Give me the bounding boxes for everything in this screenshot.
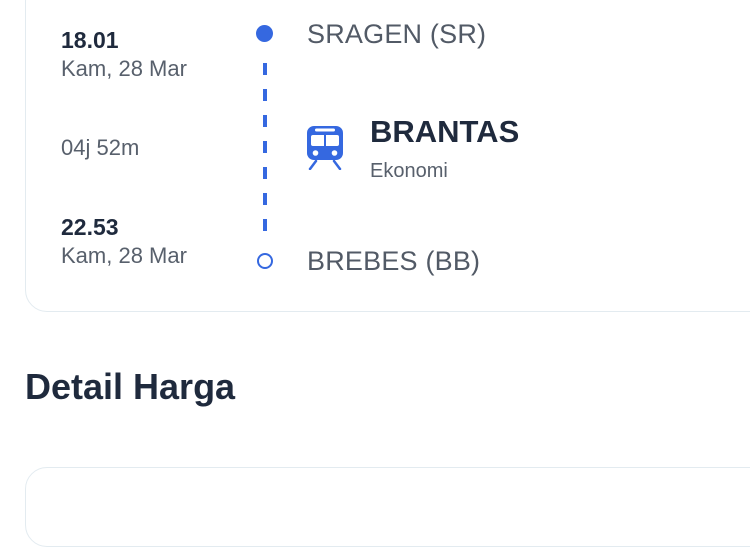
- departure-station: SRAGEN (SR): [307, 19, 487, 49]
- price-detail-card: [25, 467, 750, 547]
- train-icon: [305, 124, 345, 171]
- arrival-dot-icon: [257, 253, 273, 269]
- departure-time: 18.01: [61, 27, 119, 53]
- trip-duration: 04j 52m: [61, 135, 140, 160]
- train-class: Ekonomi: [370, 160, 448, 182]
- departure-date: Kam, 28 Mar: [61, 56, 187, 81]
- train-name: BRANTAS: [370, 114, 520, 149]
- arrival-time: 22.53: [61, 214, 119, 240]
- price-detail-title: Detail Harga: [25, 366, 236, 407]
- arrival-station: BREBES (BB): [307, 246, 481, 276]
- arrival-date: Kam, 28 Mar: [61, 243, 187, 268]
- route-line: [263, 63, 267, 233]
- departure-dot-icon: [256, 25, 273, 42]
